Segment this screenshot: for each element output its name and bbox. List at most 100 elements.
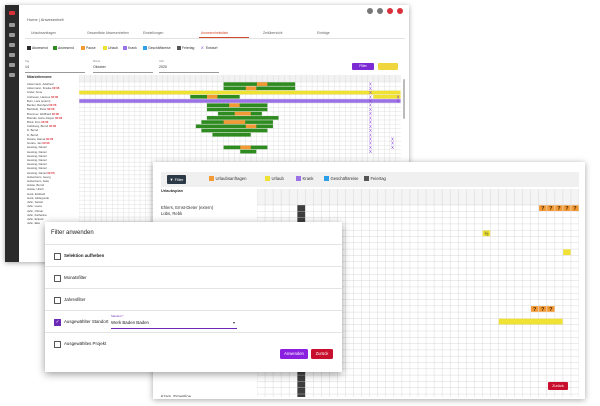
filter-select-2[interactable]: Monat Oktober — [93, 60, 153, 73]
filter-option[interactable]: Jahresfilter — [45, 288, 342, 311]
filter-value: 14 — [25, 65, 29, 69]
back-button[interactable]: Zurück — [548, 382, 568, 390]
notification-icon[interactable] — [387, 8, 393, 14]
breadcrumb[interactable]: Home | Anwesenheit — [27, 17, 64, 22]
legend-label: Krank — [302, 176, 314, 181]
overtime-badge: 02:06 — [52, 86, 60, 91]
attendance-span-anwesend[interactable] — [201, 128, 268, 133]
color-swatch — [296, 176, 301, 181]
attendance-span-anwesend[interactable] — [206, 116, 279, 120]
legend-item: Pause — [81, 46, 96, 50]
tab-4[interactable]: Anwesenheitsliste — [201, 31, 228, 35]
legend-label: Entwurf — [206, 46, 218, 50]
tab-3[interactable]: Einstellungen — [143, 31, 163, 35]
checkbox[interactable] — [54, 275, 61, 282]
color-swatch — [123, 46, 127, 50]
clock-icon[interactable] — [9, 53, 15, 57]
option-label: Jahresfilter — [64, 297, 86, 302]
checkbox[interactable] — [54, 253, 61, 260]
employee-name[interactable]: Kram, Ernestine — [161, 394, 249, 397]
attendance-span-pause[interactable] — [245, 86, 257, 91]
active-tab-indicator — [199, 37, 249, 38]
filter-label: Jahr — [159, 60, 165, 63]
filter-label: Monat — [93, 60, 101, 63]
attendance-span-pause[interactable] — [245, 124, 257, 129]
attendance-span-pause[interactable] — [223, 120, 246, 124]
employee-list: Ackermann, Adelheid Ackermann, Frauke 02:… — [27, 82, 79, 225]
tab-5[interactable]: Zeitübersicht — [263, 31, 282, 35]
attendance-span-pause[interactable] — [229, 103, 240, 108]
calendar-icon[interactable] — [9, 33, 15, 37]
filter-button[interactable]: Filter — [352, 63, 374, 70]
filter-button-label: Filter — [174, 177, 184, 182]
tab-2[interactable]: Gesamtliste Abwesenheiten — [87, 31, 129, 35]
export-button[interactable] — [378, 63, 398, 70]
checkbox[interactable] — [54, 319, 61, 326]
gear-icon[interactable] — [367, 8, 373, 14]
attendance-span-krank[interactable] — [79, 99, 401, 103]
legend-item: Urlaub — [103, 46, 118, 50]
checkbox[interactable] — [54, 341, 61, 348]
legend: Abwesend Anwesend Pause Urlaub Krank Geschäft… — [27, 46, 407, 53]
attendance-span-anwesend[interactable] — [195, 124, 273, 129]
x-mark-icon: X — [201, 45, 204, 51]
attendance-span-urlaub[interactable] — [79, 90, 401, 95]
draft-x-mark[interactable]: X — [369, 149, 372, 154]
color-swatch — [265, 176, 270, 181]
tab-6[interactable]: Einträge — [317, 31, 330, 35]
date-filters: Tag 14 Monat Oktober Jahr 2020 — [25, 60, 405, 73]
dialog-title: Filter anwenden — [51, 230, 94, 236]
legend-label: Urlaub — [108, 46, 118, 50]
filter-button[interactable]: ▼ Filter — [167, 175, 186, 184]
legend-item: Feiertag — [364, 176, 386, 181]
attendance-span-anwesend[interactable] — [223, 86, 296, 91]
cancel-button[interactable]: Zurück — [311, 349, 333, 359]
draft-x-mark[interactable]: X — [397, 99, 400, 104]
legend-item: Geschäftsreise — [324, 176, 358, 181]
color-swatch — [27, 46, 31, 50]
users-icon[interactable] — [9, 43, 15, 47]
checkbox[interactable] — [54, 297, 61, 304]
attendance-span-anwesend[interactable] — [206, 107, 268, 112]
attendance-span-pause[interactable] — [206, 94, 218, 99]
filter-select-3[interactable]: Jahr 2020 — [159, 60, 219, 73]
legend-item: Urlaub — [265, 176, 284, 181]
attendance-span-pause[interactable] — [256, 82, 268, 86]
tab-1[interactable]: Urlaubsanfragen — [31, 31, 56, 35]
filter-select-1[interactable]: Tag 14 — [25, 60, 85, 73]
legend-item: Geschäftsreise — [143, 46, 171, 50]
filter-option[interactable]: Ausgewählter StandortStandort * Werk Bade… — [45, 310, 342, 333]
overtime-badge: 02:06 — [48, 124, 57, 129]
attendance-span-pause[interactable] — [234, 111, 251, 116]
location-select[interactable]: Standort * Werk Baden Baden ▾ — [111, 314, 237, 329]
vacation-span[interactable] — [498, 318, 563, 325]
filter-option[interactable]: Monatsfilter — [45, 266, 342, 289]
chart-icon[interactable] — [9, 63, 15, 67]
top-bar: Home | Anwesenheit — [19, 5, 409, 25]
option-label: Monatsfilter — [64, 275, 87, 280]
apply-button[interactable]: Anwenden — [280, 349, 308, 359]
attendance-span-pause[interactable] — [240, 145, 251, 150]
attendance-span-anwesend[interactable] — [212, 132, 251, 137]
color-swatch — [324, 176, 329, 181]
filter-option[interactable]: Selektion aufheben — [45, 244, 342, 267]
app-logo-icon[interactable] — [9, 11, 15, 15]
color-swatch — [53, 46, 57, 50]
settings-icon[interactable] — [9, 73, 15, 77]
color-swatch — [103, 46, 107, 50]
filter-value: 2020 — [159, 65, 167, 69]
legend-label: Geschäftsreise — [330, 176, 359, 181]
message-icon[interactable] — [397, 8, 403, 14]
legend-label: Anwesend — [58, 46, 74, 50]
vertical-scrollbar[interactable] — [403, 79, 405, 119]
filter-label: Tag — [25, 60, 30, 63]
legend-item: X Entwurf — [201, 46, 218, 50]
draft-x-mark[interactable]: X — [391, 145, 394, 150]
user-icon[interactable] — [377, 8, 383, 14]
legend-item: Urlaubsanfragen — [209, 176, 246, 181]
legend-label: Krank — [128, 46, 137, 50]
top-bar-icons — [367, 8, 403, 14]
vacation-cell[interactable] — [563, 249, 571, 256]
attendance-span-anwesend[interactable] — [240, 149, 257, 154]
home-icon[interactable] — [9, 23, 15, 27]
